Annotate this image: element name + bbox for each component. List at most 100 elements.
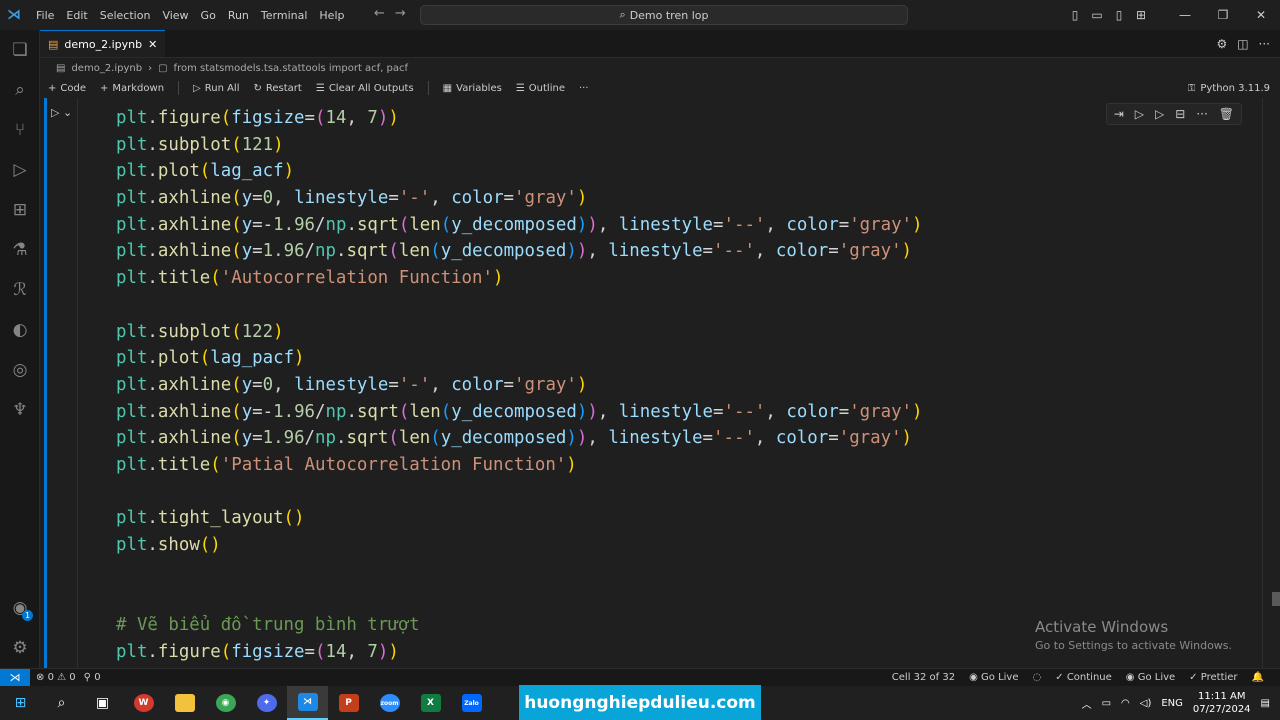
cell-position[interactable]: Cell 32 of 32 (892, 672, 955, 683)
toggle-panel-icon[interactable]: ▭ (1086, 8, 1108, 22)
windows-start-icon[interactable]: ⊞ (0, 686, 41, 720)
prettier-button[interactable]: ✓ Prettier (1189, 672, 1237, 683)
docker-icon[interactable]: ◎ (0, 350, 40, 390)
outline-button[interactable]: ☰ Outline (516, 83, 565, 94)
menu-terminal[interactable]: Terminal (261, 9, 308, 22)
excel-icon[interactable]: X (410, 686, 451, 720)
code-line[interactable] (116, 479, 923, 506)
run-cell-button[interactable]: ▷ ⌄ (51, 106, 72, 119)
close-window-icon[interactable]: ✕ (1242, 8, 1280, 22)
execute-below-icon[interactable]: ▷ (1155, 107, 1164, 121)
powerpoint-icon[interactable]: P (328, 686, 369, 720)
code-line[interactable]: plt.plot(lag_pacf) (116, 345, 923, 372)
execute-cell-icon[interactable]: ▷ (1135, 107, 1144, 121)
search-sidebar-icon[interactable]: ⌕ (0, 70, 40, 110)
go-live-button-1[interactable]: ◉ Go Live (969, 672, 1018, 683)
app-icon[interactable]: ✦ (246, 686, 287, 720)
problems-status[interactable]: ⊗ 0 ⚠ 0 (36, 672, 76, 683)
menu-file[interactable]: File (36, 9, 54, 22)
split-cell-icon[interactable]: ⊟ (1175, 107, 1185, 121)
split-editor-icon[interactable]: ◫ (1237, 37, 1248, 51)
task-view-icon[interactable]: ▣ (82, 686, 123, 720)
menu-view[interactable]: View (162, 9, 188, 22)
customize-layout-icon[interactable]: ⊞ (1130, 8, 1152, 22)
menu-selection[interactable]: Selection (100, 9, 151, 22)
testing-icon[interactable]: ⚗ (0, 230, 40, 270)
wifi-icon[interactable]: ◠ (1121, 698, 1130, 709)
zalo-icon[interactable]: Zalo (451, 686, 492, 720)
file-explorer-icon[interactable] (164, 686, 205, 720)
python-icon[interactable]: ♆ (0, 390, 40, 430)
run-all-button[interactable]: ▷ Run All (193, 83, 239, 94)
more-actions-icon[interactable]: ··· (1259, 37, 1270, 51)
restore-icon[interactable]: ❐ (1204, 8, 1242, 22)
code-line[interactable]: plt.axhline(y=0, linestyle='-', color='g… (116, 185, 923, 212)
close-tab-icon[interactable]: ✕ (148, 38, 157, 51)
back-arrow-icon[interactable]: ← (374, 6, 395, 21)
code-editor[interactable]: plt.figure(figsize=(14, 7)) plt.subplot(1… (116, 105, 923, 665)
code-line[interactable]: plt.title('Autocorrelation Function') (116, 265, 923, 292)
forward-arrow-icon[interactable]: → (395, 6, 416, 21)
breadcrumb-cell[interactable]: from statsmodels.tsa.stattools import ac… (174, 63, 409, 74)
code-line[interactable]: plt.axhline(y=1.96/np.sqrt(len(y_decompo… (116, 425, 923, 452)
code-line[interactable]: plt.figure(figsize=(14, 7)) (116, 639, 923, 666)
code-line[interactable]: plt.title('Patial Autocorrelation Functi… (116, 452, 923, 479)
remote-indicator-icon[interactable]: ⋊ (0, 668, 30, 687)
cell-more-icon[interactable]: ··· (1196, 107, 1207, 121)
execute-above-icon[interactable]: ⇥ (1114, 107, 1124, 121)
clock[interactable]: 11:11 AM 07/27/2024 (1193, 690, 1251, 716)
taskbar-search-icon[interactable]: ⌕ (41, 686, 82, 720)
zoom-icon[interactable]: zoom (369, 686, 410, 720)
kernel-picker[interactable]: ⚿ Python 3.11.9 (1188, 78, 1270, 98)
code-line[interactable]: plt.tight_layout() (116, 505, 923, 532)
code-line[interactable]: # Vẽ biểu đồ trung bình trượt (116, 612, 923, 639)
r-icon[interactable]: ℛ (0, 270, 40, 310)
code-line[interactable]: plt.axhline(y=1.96/np.sqrt(len(y_decompo… (116, 238, 923, 265)
remote-explorer-icon[interactable]: ◐ (0, 310, 40, 350)
vscode-taskbar-icon[interactable]: ⋊ (287, 686, 328, 720)
code-line[interactable] (116, 292, 923, 319)
code-line[interactable]: plt.axhline(y=0, linestyle='-', color='g… (116, 372, 923, 399)
wps-app-icon[interactable]: W (123, 686, 164, 720)
tray-chevron-icon[interactable]: ︿ (1082, 696, 1092, 711)
menu-edit[interactable]: Edit (66, 9, 87, 22)
ports-status[interactable]: ⚲ 0 (84, 672, 101, 683)
code-line[interactable]: plt.axhline(y=-1.96/np.sqrt(len(y_decomp… (116, 399, 923, 426)
add-code-button[interactable]: + Code (48, 83, 86, 94)
code-line[interactable]: plt.subplot(121) (116, 132, 923, 159)
battery-icon[interactable]: ▭ (1102, 698, 1111, 709)
accounts-icon[interactable]: ◉ 1 (0, 588, 40, 628)
extensions-icon[interactable]: ⊞ (0, 190, 40, 230)
restart-button[interactable]: ↻ Restart (254, 83, 302, 94)
continue-button[interactable]: ✓ Continue (1055, 672, 1112, 683)
variables-button[interactable]: ▦ Variables (443, 83, 502, 94)
code-line[interactable] (116, 585, 923, 612)
menu-go[interactable]: Go (201, 9, 216, 22)
tab-demo-2[interactable]: ▤ demo_2.ipynb ✕ (40, 30, 166, 57)
volume-icon[interactable]: ◁) (1140, 698, 1152, 709)
breadcrumb-file[interactable]: demo_2.ipynb (71, 63, 142, 74)
add-markdown-button[interactable]: + Markdown (100, 83, 164, 94)
toggle-secondary-sidebar-icon[interactable]: ▯ (1108, 8, 1130, 22)
run-debug-icon[interactable]: ▷ (0, 150, 40, 190)
menu-help[interactable]: Help (319, 9, 344, 22)
code-line[interactable]: plt.figure(figsize=(14, 7)) (116, 105, 923, 132)
toggle-sidebar-icon[interactable]: ▯ (1064, 8, 1086, 22)
source-control-icon[interactable]: ⑂ (0, 110, 40, 150)
code-line[interactable]: plt.plot(lag_acf) (116, 158, 923, 185)
toolbar-more-button[interactable]: ··· (579, 83, 589, 94)
code-line[interactable]: plt.subplot(122) (116, 319, 923, 346)
chrome-icon[interactable]: ◉ (205, 686, 246, 720)
code-line[interactable] (116, 559, 923, 586)
code-line[interactable]: plt.show() (116, 532, 923, 559)
manage-gear-icon[interactable]: ⚙ (0, 628, 40, 668)
notification-center-icon[interactable]: ▤ (1261, 698, 1270, 709)
clear-outputs-button[interactable]: ☰ Clear All Outputs (316, 83, 414, 94)
code-line[interactable]: plt.axhline(y=-1.96/np.sqrt(len(y_decomp… (116, 212, 923, 239)
notebook-settings-icon[interactable]: ⚙ (1216, 37, 1227, 51)
delete-cell-icon[interactable]: 🗑 (1219, 107, 1234, 121)
explorer-icon[interactable]: ❏ (0, 30, 40, 70)
go-live-button-2[interactable]: ◉ Go Live (1126, 672, 1175, 683)
minimize-icon[interactable]: — (1166, 8, 1204, 22)
language-indicator[interactable]: ENG (1161, 698, 1183, 709)
